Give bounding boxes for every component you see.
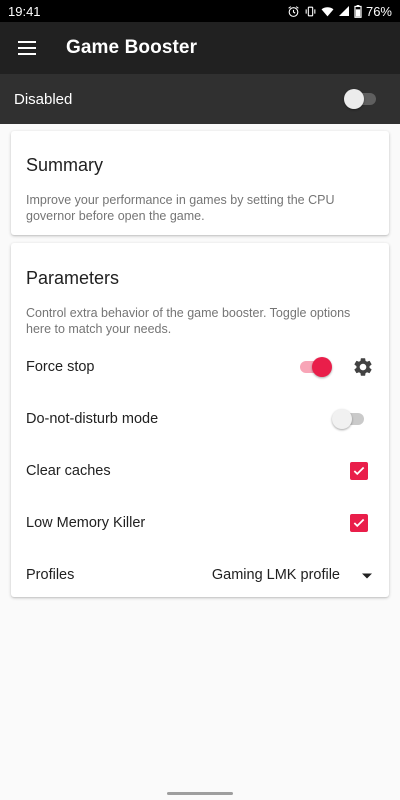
parameters-title: Parameters [26, 268, 120, 288]
force-stop-row[interactable]: Force stop [26, 341, 374, 393]
force-stop-switch[interactable] [298, 357, 332, 377]
battery-icon [354, 4, 362, 18]
lmk-checkbox[interactable] [350, 514, 368, 532]
profiles-label: Profiles [26, 567, 75, 583]
summary-title: Summary [26, 155, 104, 175]
gear-icon[interactable] [352, 356, 374, 378]
force-stop-label: Force stop [26, 359, 95, 375]
check-icon [353, 518, 365, 528]
lmk-label: Low Memory Killer [26, 515, 146, 531]
alarm-icon [287, 5, 300, 18]
wifi-icon [321, 5, 334, 18]
status-bar: 19:41 76% [0, 0, 400, 22]
app-bar: Game Booster [0, 22, 400, 74]
summary-card: Summary Improve your performance in game… [11, 131, 389, 235]
parameters-description: Control extra behavior of the game boost… [26, 306, 351, 336]
app-title: Game Booster [66, 37, 198, 58]
clear-caches-label: Clear caches [26, 463, 111, 479]
status-icons: 76% [287, 4, 392, 19]
vibrate-icon [304, 5, 317, 18]
master-switch-thumb [344, 89, 364, 109]
lmk-row[interactable]: Low Memory Killer [26, 497, 374, 549]
signal-icon [338, 5, 350, 17]
check-icon [353, 466, 365, 476]
status-time: 19:41 [8, 3, 41, 19]
menu-icon[interactable] [16, 37, 38, 59]
profiles-row[interactable]: Profiles Gaming LMK profile [26, 549, 374, 601]
master-switch-label: Disabled [14, 90, 73, 108]
dnd-switch-thumb [332, 409, 352, 429]
parameters-card: Parameters Control extra behavior of the… [11, 243, 389, 597]
profiles-selected-value: Gaming LMK profile [211, 567, 340, 583]
clear-caches-checkbox[interactable] [350, 462, 368, 480]
clear-caches-row[interactable]: Clear caches [26, 445, 374, 497]
master-switch-bar[interactable]: Disabled [0, 74, 400, 124]
master-switch[interactable] [344, 89, 378, 109]
battery-percent: 76% [365, 3, 392, 19]
dnd-label: Do-not-disturb mode [26, 411, 159, 427]
dnd-row[interactable]: Do-not-disturb mode [26, 393, 374, 445]
summary-description: Improve your performance in games by set… [26, 193, 335, 223]
force-stop-switch-thumb [312, 357, 332, 377]
caret-down-icon [362, 567, 372, 583]
profiles-dropdown[interactable]: Gaming LMK profile [212, 567, 374, 583]
gesture-nav-handle[interactable] [167, 792, 233, 795]
dnd-switch[interactable] [332, 409, 366, 429]
